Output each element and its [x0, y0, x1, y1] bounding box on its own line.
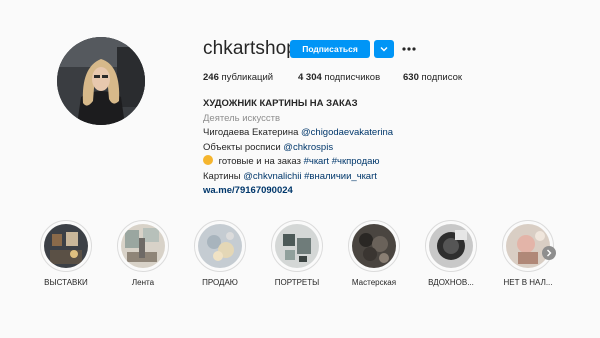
highlight-cover	[506, 224, 550, 268]
highlight-ring	[425, 220, 477, 272]
chevron-right-icon	[547, 249, 552, 257]
highlight-cover	[275, 224, 319, 268]
followers-label: подписчиков	[324, 72, 381, 83]
followers-number: 4 304	[298, 72, 322, 83]
followers-count[interactable]: 4 304 подписчиков	[298, 72, 380, 83]
highlight-ring	[40, 220, 92, 272]
following-label: подписок	[421, 72, 463, 83]
suggestions-dropdown-button[interactable]	[374, 40, 394, 58]
highlight-ring	[271, 220, 323, 272]
mention-link[interactable]: @chigodaevakaterina	[301, 127, 393, 138]
bio-line-ready: готовые и на заказ #чкart #чкпродаю	[203, 155, 503, 170]
posts-label: публикаций	[221, 72, 274, 83]
highlight-ring	[117, 220, 169, 272]
posts-number: 246	[203, 72, 219, 83]
more-options-button[interactable]	[400, 40, 418, 58]
profile-username: chkartshop	[203, 38, 297, 59]
bio-paintings-text: Картины	[203, 170, 244, 182]
following-number: 630	[403, 72, 419, 83]
bio-category: Деятель искусств	[203, 112, 281, 124]
highlight-item[interactable]: ВЫСТАВКИ	[34, 220, 98, 287]
highlight-label: ВДОХНОВ...	[428, 278, 474, 287]
highlight-item[interactable]: ПРОДАЮ	[188, 220, 252, 287]
highlight-label: Лента	[131, 278, 155, 287]
following-count[interactable]: 630 подписок	[403, 72, 462, 83]
more-horizontal-icon	[402, 47, 416, 51]
profile-bio: ХУДОЖНИК КАРТИНЫ НА ЗАКАЗ Деятель искусс…	[203, 97, 503, 199]
highlight-item[interactable]: ВДОХНОВ...	[419, 220, 483, 287]
highlight-cover	[429, 224, 473, 268]
chevron-down-icon	[380, 47, 388, 52]
highlight-ring	[348, 220, 400, 272]
clay-pot-emoji	[203, 155, 213, 165]
highlight-ring	[194, 220, 246, 272]
highlight-label: ВЫСТАВКИ	[44, 278, 88, 287]
bio-line-paintings: Картины @chkvnalichii #вналичии_чкart	[203, 170, 503, 185]
bio-ready-text: готовые и на заказ	[216, 156, 304, 167]
highlight-item[interactable]: ПОРТРЕТЫ	[265, 220, 329, 287]
follow-button[interactable]: Подписаться	[290, 40, 370, 58]
hashtag-links[interactable]: #чкart #чкпродаю	[304, 156, 380, 167]
profile-page: chkartshop Подписаться 246 публикаций 4 …	[0, 0, 600, 338]
posts-count: 246 публикаций	[203, 72, 273, 83]
hashtag-link[interactable]: #вналичии_чкart	[302, 171, 377, 182]
highlights-next-button[interactable]	[542, 246, 556, 260]
bio-objects-text: Объекты росписи	[203, 141, 284, 153]
highlight-label: Мастерская	[351, 278, 397, 287]
highlight-item[interactable]: Мастерская	[342, 220, 406, 287]
mention-link[interactable]: @chkrospis	[283, 142, 333, 153]
highlight-label: ПРОДАЮ	[202, 278, 238, 287]
highlight-label: ПОРТРЕТЫ	[274, 278, 320, 287]
mention-link[interactable]: @chkvnalichii	[243, 171, 301, 182]
bio-line-name: Чигодаева Екатерина @chigodaevakaterina	[203, 126, 503, 141]
website-link[interactable]: wa.me/79167090024	[203, 184, 503, 199]
bio-title: ХУДОЖНИК КАРТИНЫ НА ЗАКАЗ	[203, 98, 358, 109]
highlight-item[interactable]: Лента	[111, 220, 175, 287]
profile-avatar[interactable]	[57, 37, 145, 125]
highlight-cover	[121, 224, 165, 268]
highlight-cover	[352, 224, 396, 268]
highlight-cover	[198, 224, 242, 268]
highlight-cover	[44, 224, 88, 268]
bio-line-objects: Объекты росписи @chkrospis	[203, 141, 503, 156]
avatar-image	[57, 37, 145, 125]
bio-name-text: Чигодаева Екатерина	[203, 127, 302, 138]
highlight-label: НЕТ В НАЛ...	[503, 278, 553, 287]
